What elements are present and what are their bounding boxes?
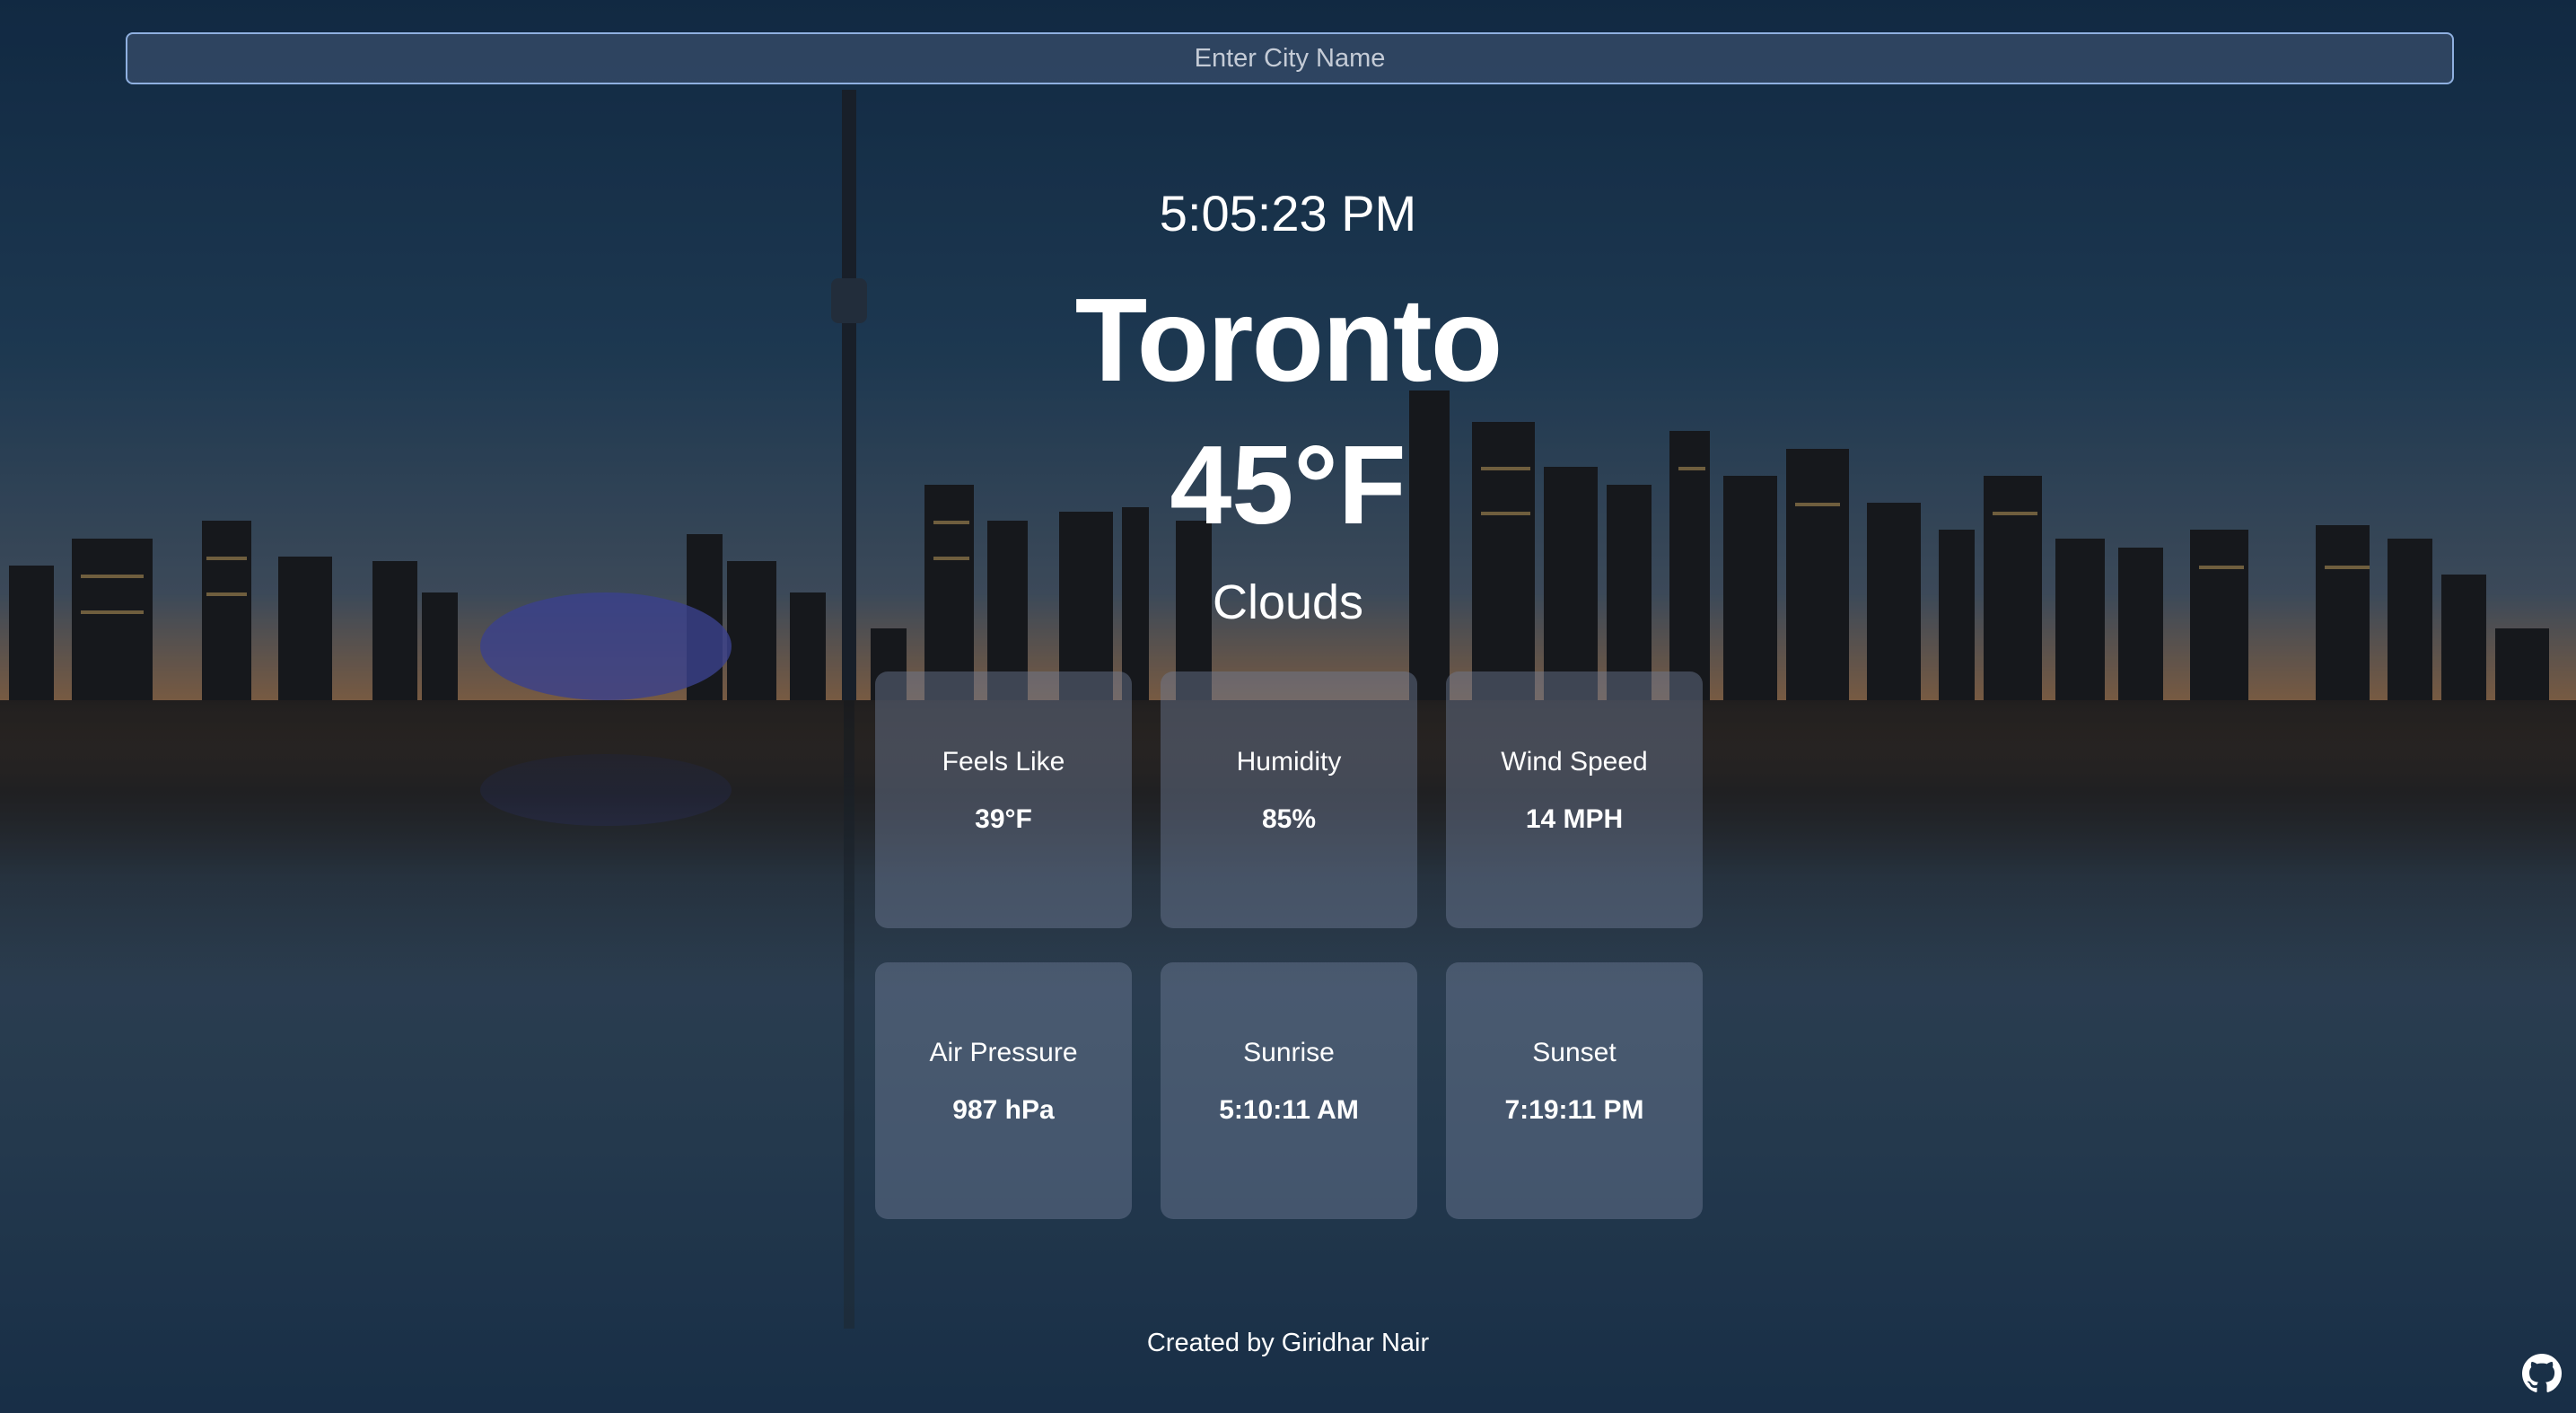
card-label: Sunrise (1243, 1038, 1335, 1067)
card-label: Sunset (1532, 1038, 1617, 1067)
card-value: 5:10:11 AM (1219, 1095, 1359, 1125)
humidity-card: Humidity 85% (1161, 671, 1417, 928)
card-label: Air Pressure (929, 1038, 1078, 1067)
card-label: Feels Like (942, 747, 1065, 777)
air-pressure-card: Air Pressure 987 hPa (875, 962, 1132, 1219)
card-label: Wind Speed (1501, 747, 1648, 777)
card-value: 14 MPH (1525, 804, 1624, 834)
city-search-input[interactable] (126, 32, 2454, 84)
weather-details-grid: Feels Like 39°F Humidity 85% Wind Speed … (875, 671, 1703, 1219)
temperature: 45°F (1170, 424, 1406, 548)
github-icon[interactable] (2522, 1354, 2562, 1393)
current-time: 5:05:23 PM (1159, 185, 1417, 241)
card-value: 85% (1261, 804, 1317, 834)
sunrise-card: Sunrise 5:10:11 AM (1161, 962, 1417, 1219)
sunset-card: Sunset 7:19:11 PM (1446, 962, 1703, 1219)
card-value: 39°F (975, 804, 1032, 834)
feels-like-card: Feels Like 39°F (875, 671, 1132, 928)
footer-credit: Created by Giridhar Nair (1146, 1329, 1430, 1357)
weather-condition: Clouds (1212, 575, 1364, 629)
card-label: Humidity (1236, 747, 1342, 777)
search-bar (126, 32, 2454, 84)
wind-speed-card: Wind Speed 14 MPH (1446, 671, 1703, 928)
card-value: 7:19:11 PM (1504, 1095, 1644, 1125)
city-name: Toronto (1074, 274, 1503, 406)
card-value: 987 hPa (952, 1095, 1055, 1125)
